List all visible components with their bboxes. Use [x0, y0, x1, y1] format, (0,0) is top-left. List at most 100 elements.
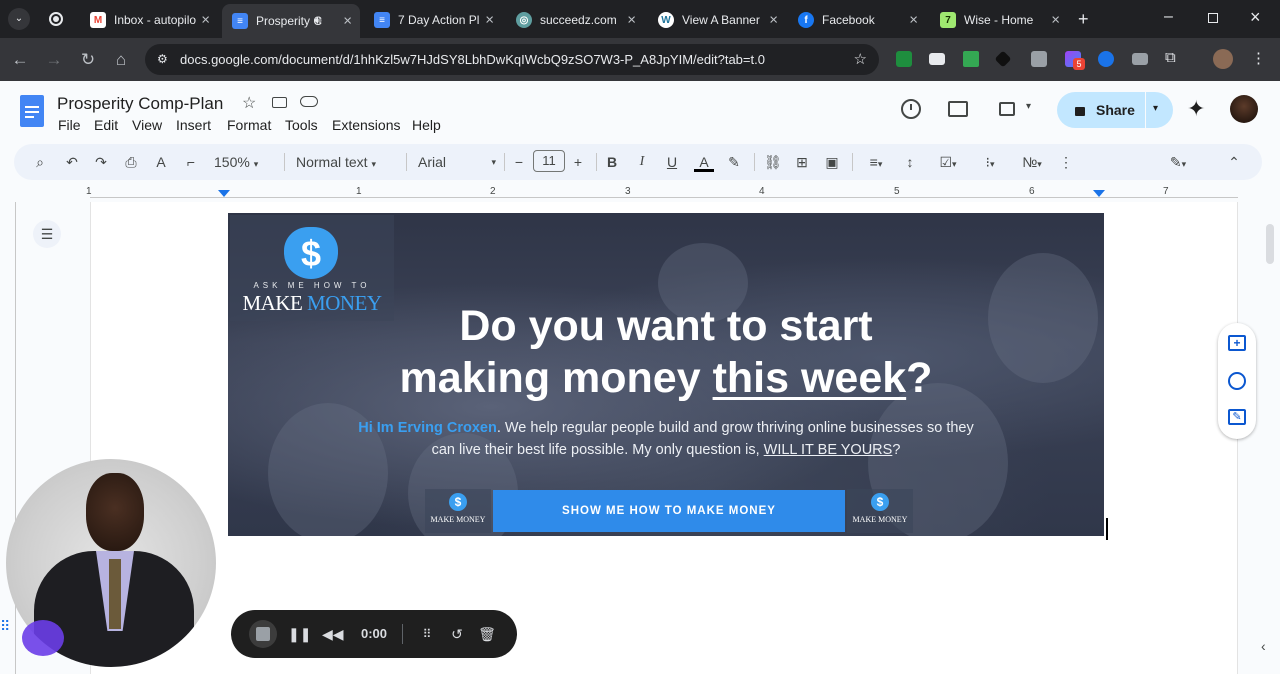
collapse-toolbar-icon[interactable]: ⌃ [1226, 152, 1242, 172]
address-bar[interactable]: ⚙︎ docs.google.com/document/d/1hhKzl5w7H… [145, 44, 879, 75]
extension-green-icon[interactable] [963, 51, 979, 67]
italic-button[interactable]: I [634, 152, 650, 172]
tab-7-day-action[interactable]: ≡ 7 Day Action Pl × [364, 6, 502, 34]
meet-icon[interactable] [999, 102, 1015, 116]
extension-badge-icon[interactable]: 5 [1065, 51, 1085, 70]
chevron-down-icon[interactable]: ▾ [1153, 103, 1158, 114]
print-icon[interactable]: ⎙ [123, 152, 139, 172]
menu-insert[interactable]: Insert [176, 117, 211, 133]
undo-icon[interactable]: ↶ [64, 152, 80, 172]
line-spacing-icon[interactable]: ↕ [902, 152, 918, 172]
search-icon[interactable]: ⌕ [32, 152, 48, 172]
apps-grid-icon[interactable]: ⠿ [0, 618, 14, 636]
decrease-font-size-button[interactable]: − [511, 152, 527, 172]
minimize-button[interactable]: – [1164, 8, 1173, 26]
reload-button[interactable]: ↻ [78, 50, 98, 70]
audio-icon[interactable]: 🔊︎ [314, 13, 322, 28]
chevron-down-icon[interactable]: ▾ [1026, 101, 1031, 112]
increase-font-size-button[interactable]: + [570, 152, 586, 172]
suggest-edits-icon[interactable]: ✎ [1228, 409, 1246, 425]
close-icon[interactable]: × [201, 12, 210, 29]
cloud-status-icon[interactable] [300, 96, 318, 107]
docs-logo-icon[interactable] [20, 95, 44, 127]
menu-file[interactable]: File [58, 117, 81, 133]
menu-format[interactable]: Format [227, 117, 271, 133]
scrollbar-thumb[interactable] [1266, 224, 1274, 264]
close-icon[interactable]: × [343, 13, 352, 30]
font-size-input[interactable]: 11 [533, 150, 565, 172]
move-folder-icon[interactable] [272, 97, 287, 108]
pause-icon[interactable]: ❚❚ [288, 624, 311, 644]
right-indent-marker[interactable] [1093, 190, 1105, 197]
extension-layers-icon[interactable] [994, 50, 1012, 68]
tab-inbox[interactable]: M Inbox - autopilo × [80, 6, 218, 34]
show-me-how-button[interactable]: SHOW ME HOW TO MAKE MONEY [493, 490, 845, 532]
close-icon[interactable]: × [909, 12, 918, 29]
close-icon[interactable]: × [627, 12, 636, 29]
outline-toggle-icon[interactable]: ☰ [33, 220, 61, 248]
profile-avatar[interactable] [1213, 49, 1233, 69]
share-button[interactable]: Share ▾ [1057, 92, 1173, 128]
checklist-icon[interactable]: ☑▾ [932, 152, 964, 172]
extension-mail-icon[interactable] [929, 53, 945, 65]
menu-extensions[interactable]: Extensions [332, 117, 400, 133]
close-icon[interactable]: × [485, 12, 494, 29]
home-button[interactable]: ⌂ [111, 50, 131, 70]
bold-button[interactable]: B [604, 152, 620, 172]
font-select[interactable]: Arial ▾ [418, 152, 496, 172]
menu-tools[interactable]: Tools [285, 117, 318, 133]
numbered-list-icon[interactable]: №▾ [1016, 152, 1048, 172]
emoji-reaction-icon[interactable] [1228, 372, 1246, 390]
more-options-icon[interactable]: ⋮ [1058, 152, 1074, 172]
bulleted-list-icon[interactable]: ⁝▾ [974, 152, 1006, 172]
rewind-icon[interactable]: ◀◀ [322, 624, 344, 644]
text-color-button[interactable]: A [694, 152, 714, 172]
spellcheck-icon[interactable]: A [153, 152, 169, 172]
drag-handle-icon[interactable]: ⠿ [417, 624, 437, 644]
close-window-button[interactable]: × [1250, 7, 1261, 28]
browser-menu-icon[interactable]: ⋮ [1251, 49, 1266, 67]
comments-icon[interactable] [948, 101, 968, 117]
delete-icon[interactable]: 🗑︎ [477, 624, 497, 644]
extension-camera-icon[interactable] [1132, 53, 1148, 65]
tab-view-a-banner[interactable]: W View A Banner × [648, 6, 786, 34]
new-tab-button[interactable]: + [1078, 9, 1089, 30]
underline-button[interactable]: U [664, 152, 680, 172]
editing-mode-icon[interactable]: ✎▾ [1162, 152, 1194, 172]
back-button[interactable]: ← [10, 50, 30, 70]
tab-succeedz[interactable]: ◎ succeedz.com/ × [506, 6, 644, 34]
tab-search-button[interactable]: ⌄ [8, 8, 30, 30]
menu-edit[interactable]: Edit [94, 117, 118, 133]
tab-facebook[interactable]: f Facebook × [788, 6, 926, 34]
extensions-puzzle-icon[interactable]: ⧉ [1165, 49, 1176, 66]
forward-button[interactable]: → [44, 50, 64, 70]
zoom-select[interactable]: 150% ▾ [214, 152, 274, 172]
tab-prosperity[interactable]: ≡ Prosperity C 🔊︎ × [222, 4, 360, 38]
star-icon[interactable]: ☆ [242, 93, 256, 113]
extension-grey-icon[interactable] [1031, 51, 1047, 67]
style-select[interactable]: Normal text ▾ [296, 152, 392, 172]
insert-image-icon[interactable]: ▣ [824, 152, 840, 172]
bookmark-star-icon[interactable]: ☆ [854, 50, 867, 68]
version-history-icon[interactable] [901, 99, 921, 119]
left-indent-marker[interactable] [218, 190, 230, 197]
restart-icon[interactable]: ↺ [447, 624, 467, 644]
banner-image[interactable]: $ ASK ME HOW TO MAKE MONEY Do you want t… [228, 213, 1104, 536]
add-comment-icon[interactable]: ⊞ [794, 152, 810, 172]
tab-wise[interactable]: 7 Wise - Home × [930, 6, 1068, 34]
highlight-icon[interactable]: ✎ [726, 152, 742, 172]
close-icon[interactable]: × [769, 12, 778, 29]
extension-blue-icon[interactable] [1098, 51, 1114, 67]
close-icon[interactable]: × [1051, 12, 1060, 29]
paint-format-icon[interactable]: ⌐ [183, 152, 199, 172]
account-avatar[interactable] [1230, 95, 1258, 123]
restore-button[interactable] [1208, 13, 1218, 23]
redo-icon[interactable]: ↷ [93, 152, 109, 172]
side-panel-expand-icon[interactable]: ‹ [1261, 638, 1266, 654]
document-title[interactable]: Prosperity Comp-Plan [57, 94, 223, 114]
assistant-bubble[interactable] [22, 620, 64, 656]
site-info-icon[interactable]: ⚙︎ [157, 52, 168, 66]
menu-help[interactable]: Help [412, 117, 441, 133]
menu-view[interactable]: View [132, 117, 162, 133]
add-comment-icon[interactable]: + [1228, 335, 1246, 351]
